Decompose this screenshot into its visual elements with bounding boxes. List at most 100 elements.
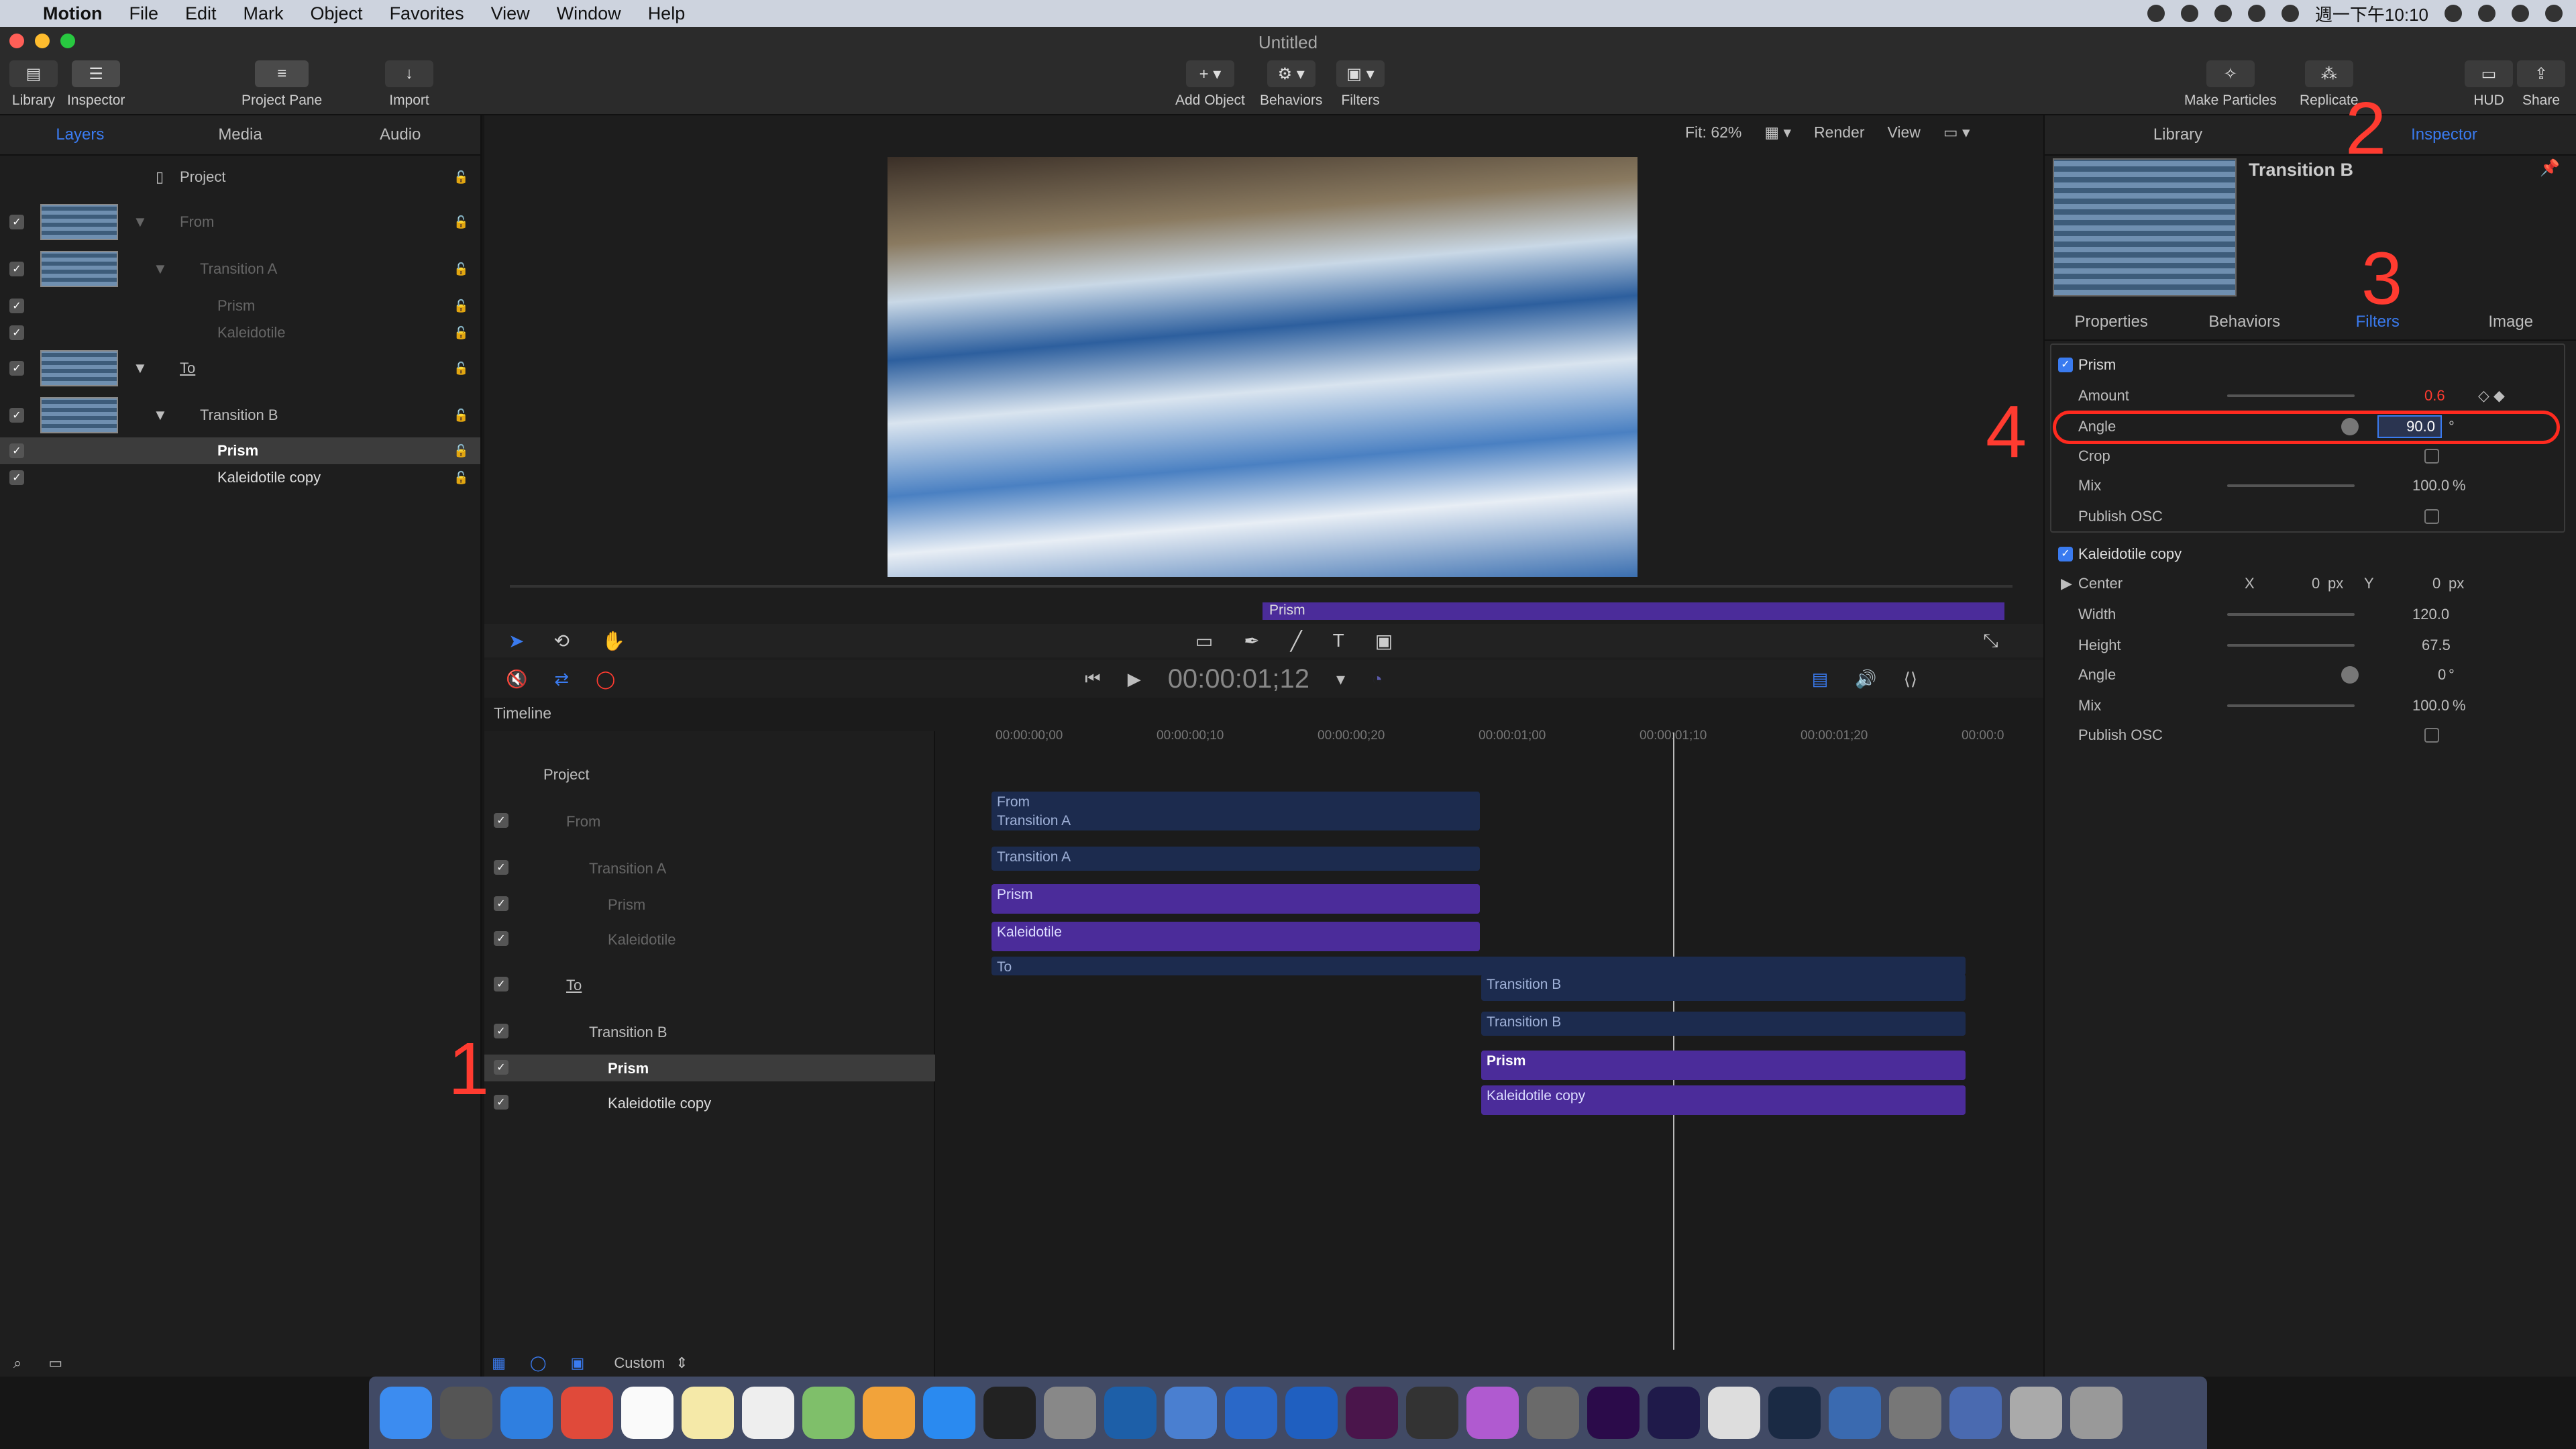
chrome-icon[interactable] bbox=[561, 1387, 613, 1439]
tab-layers[interactable]: Layers bbox=[0, 115, 160, 154]
record-icon[interactable]: ◯ bbox=[596, 669, 615, 690]
inspector-button[interactable]: ☰ Inspector bbox=[67, 60, 125, 109]
kal-mix-slider[interactable] bbox=[2227, 704, 2355, 707]
publish-osc-checkbox[interactable] bbox=[2424, 509, 2439, 524]
clip-kaleidotile-copy[interactable]: Kaleidotile copy bbox=[1481, 1085, 1966, 1115]
reminders-icon[interactable] bbox=[742, 1387, 794, 1439]
panel-toggle-icon[interactable]: ▭ bbox=[48, 1354, 62, 1372]
lock-icon[interactable]: 🔓 bbox=[453, 299, 468, 313]
timecode-clock-icon[interactable]: ◔ bbox=[1372, 669, 1383, 690]
tl-row-transition-a[interactable]: ✓ Transition A bbox=[484, 855, 935, 881]
clip-to[interactable]: To bbox=[991, 957, 1966, 975]
menu-window[interactable]: Window bbox=[557, 3, 621, 24]
behaviors-button[interactable]: ⚙ ▾ Behaviors bbox=[1260, 60, 1322, 109]
clip-transition-a-header[interactable]: Transition A bbox=[991, 810, 1480, 835]
library-button[interactable]: ▤ Library bbox=[9, 60, 58, 109]
text-tool-icon[interactable]: T bbox=[1333, 630, 1344, 651]
finder-icon[interactable] bbox=[380, 1387, 432, 1439]
height-field[interactable]: 67.5 bbox=[2422, 637, 2451, 654]
clip-transition-a[interactable]: Transition A bbox=[991, 847, 1480, 871]
input-method-icon[interactable] bbox=[2445, 5, 2462, 22]
bluetooth-icon[interactable] bbox=[2247, 5, 2265, 22]
height-slider[interactable] bbox=[2227, 644, 2355, 647]
mix-slider[interactable] bbox=[2227, 484, 2355, 487]
tl-row-prism[interactable]: ✓ Prism bbox=[484, 891, 935, 918]
textedit-icon[interactable] bbox=[1708, 1387, 1760, 1439]
layer-checkbox[interactable]: ✓ bbox=[9, 299, 24, 313]
fit-dropdown[interactable]: Fit: 62% bbox=[1685, 123, 1741, 142]
disclosure-icon[interactable]: ▼ bbox=[153, 260, 168, 278]
menu-extras-icon[interactable] bbox=[2545, 5, 2563, 22]
mute-icon[interactable]: 🔇 bbox=[506, 669, 527, 690]
tl-row-to[interactable]: ✓ To bbox=[484, 971, 935, 998]
disclosure-icon[interactable]: ▶ bbox=[2061, 575, 2072, 592]
audio-icon[interactable]: 🔊 bbox=[1855, 669, 1876, 690]
lock-icon[interactable]: 🔓 bbox=[453, 215, 468, 229]
lock-icon[interactable]: 🔓 bbox=[453, 170, 468, 184]
layer-row-transition-a[interactable]: ✓ ▼ Transition A 🔓 bbox=[0, 248, 480, 290]
menu-favorites[interactable]: Favorites bbox=[390, 3, 464, 24]
disclosure-icon[interactable]: ▼ bbox=[153, 407, 168, 424]
menu-mark[interactable]: Mark bbox=[244, 3, 284, 24]
layer-row-prism-selected[interactable]: ✓ Prism 🔓 bbox=[0, 437, 480, 464]
project-pane-button[interactable]: ≡ Project Pane bbox=[241, 60, 322, 109]
canvas-image[interactable] bbox=[888, 157, 1638, 577]
cloud-icon[interactable] bbox=[2214, 5, 2232, 22]
mask-tool-icon[interactable]: ▣ bbox=[1375, 630, 1393, 652]
timeline-ruler[interactable]: 00:00:00;00 00:00:00;10 00:00:00;20 00:0… bbox=[986, 729, 2033, 743]
angle-dial-icon[interactable] bbox=[2341, 666, 2359, 684]
lock-icon[interactable]: 🔓 bbox=[453, 362, 468, 376]
trash-icon[interactable] bbox=[2070, 1387, 2123, 1439]
photos-icon[interactable] bbox=[863, 1387, 915, 1439]
system-preferences-icon[interactable] bbox=[1044, 1387, 1096, 1439]
layer-row-project[interactable]: ▯ Project 🔓 bbox=[0, 164, 480, 191]
width-field[interactable]: 120.0 bbox=[2412, 606, 2449, 623]
layer-row-prism[interactable]: ✓ Prism 🔓 bbox=[0, 292, 480, 319]
app-store-icon[interactable] bbox=[923, 1387, 975, 1439]
layer-checkbox[interactable]: ✓ bbox=[9, 443, 24, 458]
hud-button[interactable]: ▭ HUD bbox=[2465, 60, 2513, 109]
import-button[interactable]: ↓ Import bbox=[385, 60, 433, 109]
tl-row-kaleidotile[interactable]: ✓ Kaleidotile bbox=[484, 926, 935, 953]
clip-prism-a[interactable]: Prism bbox=[991, 884, 1480, 914]
layer-row-transition-b[interactable]: ✓ ▼ Transition B 🔓 bbox=[0, 394, 480, 436]
tab-behaviors[interactable]: Behaviors bbox=[2178, 303, 2312, 339]
steam-icon[interactable] bbox=[1768, 1387, 1821, 1439]
clip-prism-b[interactable]: Prism bbox=[1481, 1051, 1966, 1080]
xcode-icon[interactable] bbox=[1165, 1387, 1217, 1439]
show-filters-icon[interactable]: ▣ bbox=[571, 1354, 585, 1372]
lock-icon[interactable]: 🔓 bbox=[453, 262, 468, 276]
fullscreen-icon[interactable]: ⤡ bbox=[1983, 630, 1998, 652]
wifi-icon[interactable] bbox=[2281, 5, 2299, 22]
keyframe-nav-icon[interactable]: ◇ ◆ bbox=[2478, 387, 2505, 405]
maps-pin-icon[interactable] bbox=[1285, 1387, 1338, 1439]
lock-icon[interactable]: 🔓 bbox=[453, 326, 468, 340]
safari-icon[interactable] bbox=[500, 1387, 553, 1439]
motion-icon[interactable] bbox=[1466, 1387, 1519, 1439]
kal-angle-field[interactable]: 0 bbox=[2438, 666, 2446, 684]
layer-row-from[interactable]: ✓ ▼ From 🔓 bbox=[0, 201, 480, 243]
render-dropdown[interactable]: Render bbox=[1814, 123, 1864, 142]
layer-checkbox[interactable]: ✓ bbox=[9, 215, 24, 229]
clip-kaleidotile[interactable]: Kaleidotile bbox=[991, 922, 1480, 951]
calendar-icon[interactable] bbox=[621, 1387, 674, 1439]
kal-enable-checkbox[interactable]: ✓ bbox=[2058, 547, 2073, 561]
show-behaviors-icon[interactable]: ◯ bbox=[530, 1354, 547, 1372]
playhead[interactable] bbox=[1673, 733, 1674, 1350]
timing-icon[interactable]: ⟨⟩ bbox=[1904, 669, 1917, 690]
vscode-icon[interactable] bbox=[1225, 1387, 1277, 1439]
preview-icon[interactable] bbox=[1527, 1387, 1579, 1439]
show-layers-icon[interactable]: ▦ bbox=[492, 1354, 506, 1372]
after-effects-icon[interactable] bbox=[1648, 1387, 1700, 1439]
premiere-icon[interactable] bbox=[1587, 1387, 1640, 1439]
clock[interactable]: 週一下午10:10 bbox=[2315, 1, 2428, 26]
width-slider[interactable] bbox=[2227, 613, 2355, 616]
kal-mix-field[interactable]: 100.0 bbox=[2412, 697, 2449, 714]
shape-tool-icon[interactable]: ▭ bbox=[1195, 630, 1213, 652]
layer-checkbox[interactable]: ✓ bbox=[9, 325, 24, 340]
paint-tool-icon[interactable]: ╱ bbox=[1291, 630, 1302, 652]
terminal-icon[interactable] bbox=[983, 1387, 1036, 1439]
mix-value[interactable]: 100.0 bbox=[2412, 477, 2449, 494]
kal-publish-checkbox[interactable] bbox=[2424, 728, 2439, 743]
disclosure-icon[interactable]: ▼ bbox=[133, 360, 148, 377]
